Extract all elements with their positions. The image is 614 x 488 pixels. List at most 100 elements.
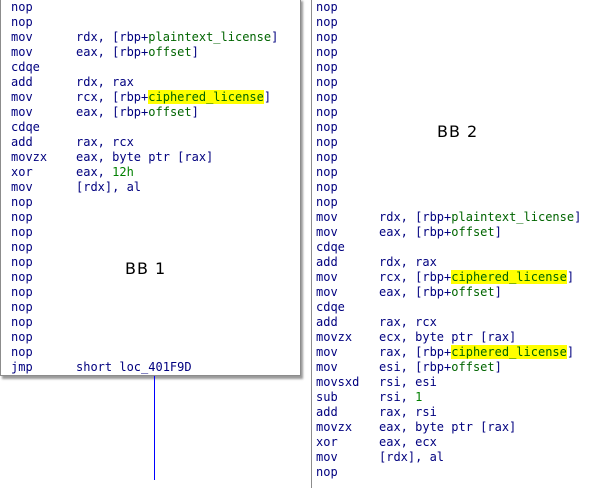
asm-line[interactable]: xor eax, 12h bbox=[1, 165, 300, 180]
asm-line[interactable]: nop bbox=[312, 105, 614, 120]
asm-line[interactable]: add rdx, rax bbox=[312, 255, 614, 270]
mnemonic: movzx bbox=[11, 150, 48, 164]
basic-block-2[interactable]: nop nop nop nop nop nop nop nop nop nop nop nop nop n… bbox=[311, 0, 614, 488]
operand-text: rdx, rax bbox=[379, 255, 437, 269]
asm-line[interactable]: nop bbox=[1, 300, 300, 315]
symbol-name[interactable]: offset bbox=[148, 45, 191, 59]
asm-line[interactable]: cdqe bbox=[1, 120, 300, 135]
symbol-name[interactable]: plaintext_license bbox=[148, 30, 271, 44]
symbol-name[interactable]: offset bbox=[451, 285, 494, 299]
mnemonic: mov bbox=[316, 285, 338, 299]
symbol-name[interactable]: plaintext_license bbox=[451, 210, 574, 224]
asm-line[interactable]: nop bbox=[1, 15, 300, 30]
asm-line[interactable]: jmp short loc_401F9D bbox=[1, 360, 300, 375]
asm-line[interactable]: cdqe bbox=[1, 60, 300, 75]
asm-line[interactable]: mov eax, [rbp+offset] bbox=[312, 225, 614, 240]
mnemonic: movzx bbox=[316, 330, 353, 344]
asm-line[interactable]: nop bbox=[312, 60, 614, 75]
asm-line[interactable]: cdqe bbox=[312, 300, 614, 315]
asm-line[interactable]: movsxd rsi, esi bbox=[312, 375, 614, 390]
symbol-name[interactable]: offset bbox=[451, 225, 494, 239]
asm-line[interactable]: nop bbox=[312, 30, 614, 45]
asm-line[interactable]: mov esi, [rbp+offset] bbox=[312, 360, 614, 375]
highlighted-symbol[interactable]: ciphered_license bbox=[451, 345, 567, 359]
bb2-label: BB 2 bbox=[437, 122, 479, 141]
operands: rax, rcx bbox=[76, 135, 134, 150]
asm-line[interactable]: nop bbox=[312, 45, 614, 60]
asm-line[interactable]: nop bbox=[1, 210, 300, 225]
asm-line[interactable]: nop bbox=[1, 345, 300, 360]
immediate-value: 1 bbox=[415, 390, 423, 404]
asm-line[interactable]: sub rsi, 1 bbox=[312, 390, 614, 405]
bb1-lines: nop nop mov rdx, [rbp+plaintext_license] mov… bbox=[1, 0, 300, 375]
symbol-name[interactable]: offset bbox=[148, 105, 191, 119]
asm-line[interactable]: nop bbox=[1, 330, 300, 345]
operand-text: rax, [ bbox=[379, 345, 423, 359]
operands: rdx, [rbp+plaintext_license] bbox=[76, 30, 278, 45]
asm-line[interactable]: movzx eax, byte ptr [rax] bbox=[312, 420, 614, 435]
asm-line[interactable]: nop bbox=[312, 150, 614, 165]
basic-block-1[interactable]: nop nop mov rdx, [rbp+plaintext_license] mov… bbox=[0, 0, 301, 376]
asm-line[interactable]: nop bbox=[312, 180, 614, 195]
asm-line[interactable]: nop bbox=[1, 0, 300, 15]
mnemonic: jmp bbox=[11, 360, 33, 374]
asm-line[interactable]: mov eax, [rbp+offset] bbox=[312, 285, 614, 300]
asm-line[interactable]: nop bbox=[1, 195, 300, 210]
mnemonic: nop bbox=[316, 75, 338, 89]
asm-line[interactable]: nop bbox=[312, 465, 614, 480]
operands: rdx, [rbp+plaintext_license] bbox=[379, 210, 581, 225]
operand-text: [rdx], al bbox=[76, 180, 142, 194]
flow-edge bbox=[154, 376, 155, 480]
operands: eax, [rbp+offset] bbox=[379, 285, 502, 300]
operand-text: eax, byte ptr [rax] bbox=[76, 150, 214, 164]
asm-line[interactable]: add rdx, rax bbox=[1, 75, 300, 90]
mnemonic: nop bbox=[11, 0, 33, 14]
asm-line[interactable]: movzx eax, byte ptr [rax] bbox=[1, 150, 300, 165]
asm-line[interactable]: cdqe bbox=[312, 240, 614, 255]
operand-text: eax, [ bbox=[379, 285, 423, 299]
asm-line[interactable]: nop bbox=[312, 75, 614, 90]
asm-line[interactable]: mov rdx, [rbp+plaintext_license] bbox=[1, 30, 300, 45]
mnemonic: nop bbox=[316, 105, 338, 119]
asm-line[interactable]: movzx ecx, byte ptr [rax] bbox=[312, 330, 614, 345]
highlighted-symbol[interactable]: ciphered_license bbox=[451, 270, 567, 284]
mnemonic: movzx bbox=[316, 420, 353, 434]
asm-line[interactable]: nop bbox=[1, 285, 300, 300]
highlighted-symbol[interactable]: ciphered_license bbox=[148, 90, 264, 104]
symbol-name[interactable]: offset bbox=[451, 360, 494, 374]
operand-text: ] bbox=[494, 225, 502, 239]
asm-line[interactable]: mov rcx, [rbp+ciphered_license] bbox=[312, 270, 614, 285]
asm-line[interactable]: mov [rdx], al bbox=[312, 450, 614, 465]
operands: eax, [rbp+offset] bbox=[76, 105, 199, 120]
mnemonic: mov bbox=[11, 180, 33, 194]
asm-line[interactable]: nop bbox=[312, 0, 614, 15]
mnemonic: cdqe bbox=[316, 240, 345, 254]
asm-line[interactable]: nop bbox=[312, 195, 614, 210]
asm-line[interactable]: nop bbox=[312, 165, 614, 180]
asm-line[interactable]: mov rax, [rbp+ciphered_license] bbox=[312, 345, 614, 360]
mnemonic: nop bbox=[316, 0, 338, 14]
asm-line[interactable]: mov rdx, [rbp+plaintext_license] bbox=[312, 210, 614, 225]
mnemonic: add bbox=[316, 255, 338, 269]
asm-line[interactable]: add rax, rcx bbox=[312, 315, 614, 330]
asm-line[interactable]: nop bbox=[1, 240, 300, 255]
asm-line[interactable]: nop bbox=[312, 15, 614, 30]
asm-line[interactable]: nop bbox=[1, 225, 300, 240]
asm-line[interactable]: xor eax, ecx bbox=[312, 435, 614, 450]
mnemonic: mov bbox=[316, 210, 338, 224]
operands: esi, [rbp+offset] bbox=[379, 360, 502, 375]
mnemonic: mov bbox=[316, 345, 338, 359]
operand-text: ] bbox=[566, 345, 575, 359]
asm-line[interactable]: mov [rdx], al bbox=[1, 180, 300, 195]
asm-line[interactable]: mov eax, [rbp+offset] bbox=[1, 45, 300, 60]
asm-line[interactable]: nop bbox=[1, 315, 300, 330]
asm-line[interactable]: add rax, rsi bbox=[312, 405, 614, 420]
asm-line[interactable]: mov rcx, [rbp+ciphered_license] bbox=[1, 90, 300, 105]
operands: rdx, rax bbox=[379, 255, 437, 270]
mnemonic: mov bbox=[11, 30, 33, 44]
asm-line[interactable]: add rax, rcx bbox=[1, 135, 300, 150]
asm-line[interactable]: nop bbox=[312, 90, 614, 105]
asm-line[interactable]: mov eax, [rbp+offset] bbox=[1, 105, 300, 120]
operand-text: rdx, [ bbox=[379, 210, 423, 224]
operand-text: ] bbox=[574, 210, 582, 224]
